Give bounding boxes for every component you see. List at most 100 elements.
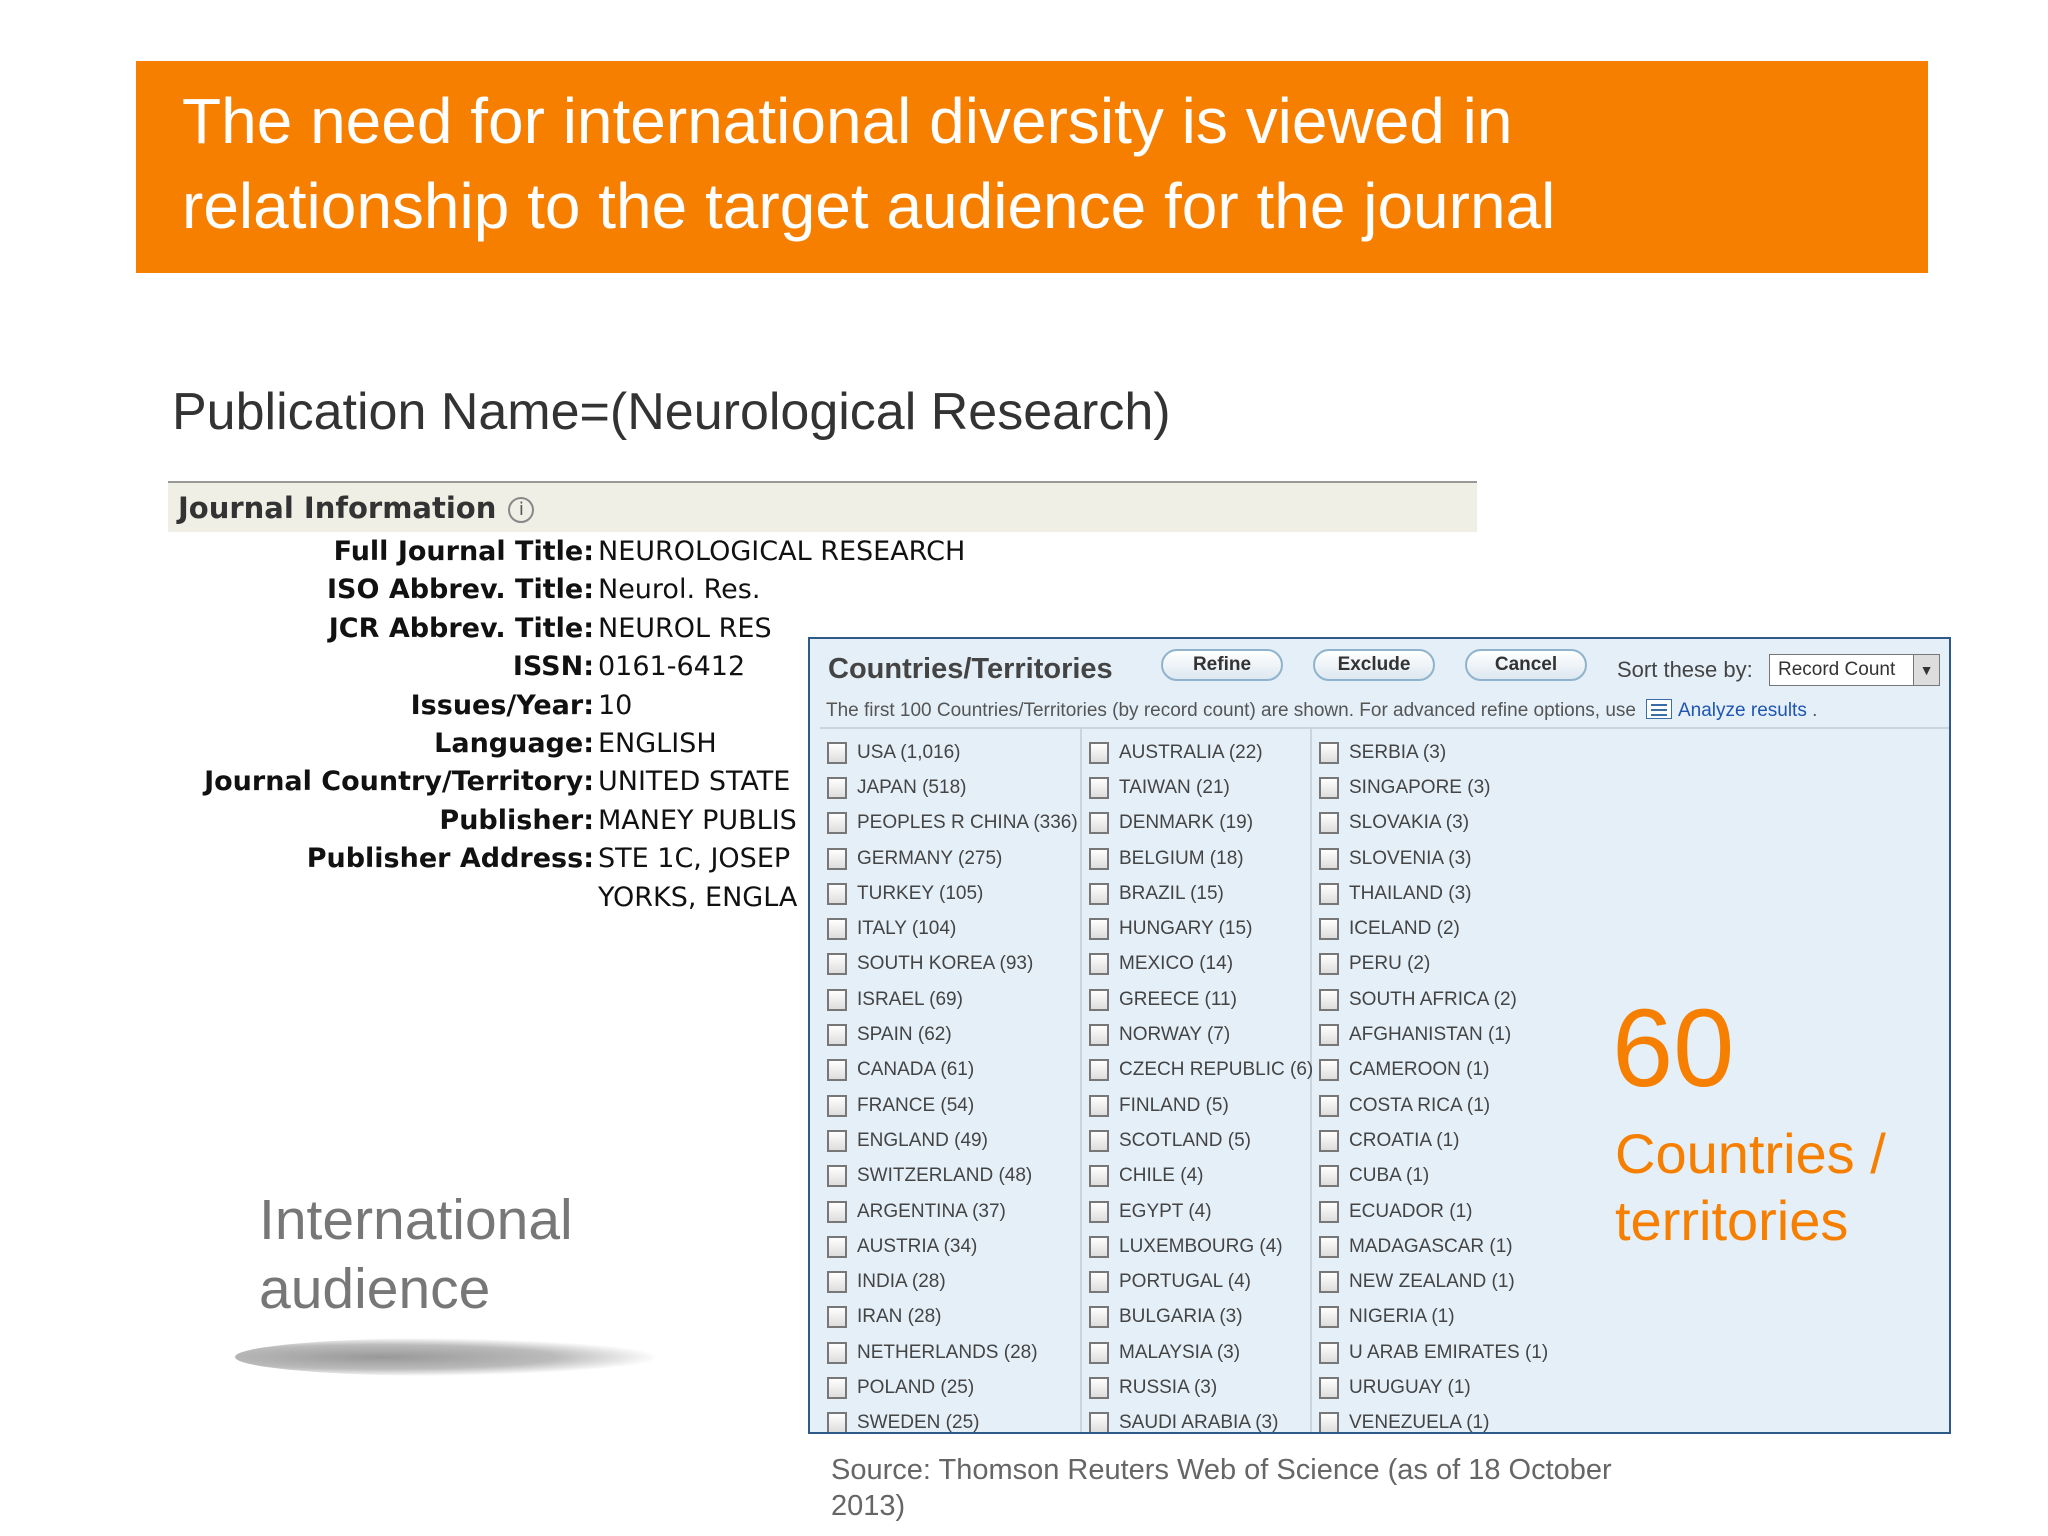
country-checkbox[interactable] bbox=[827, 1376, 847, 1399]
country-checkbox[interactable] bbox=[1089, 1376, 1109, 1399]
country-checkbox[interactable] bbox=[1089, 1412, 1109, 1432]
country-item[interactable]: LUXEMBOURG (4) bbox=[1089, 1229, 1313, 1264]
country-checkbox[interactable] bbox=[827, 882, 847, 905]
country-item[interactable]: SWEDEN (25) bbox=[827, 1406, 1078, 1432]
country-checkbox[interactable] bbox=[827, 1235, 847, 1258]
country-item[interactable]: CROATIA (1) bbox=[1319, 1123, 1548, 1158]
country-checkbox[interactable] bbox=[827, 1024, 847, 1047]
country-item[interactable]: FINLAND (5) bbox=[1089, 1088, 1313, 1123]
analyze-results-link[interactable]: Analyze results bbox=[1678, 700, 1807, 721]
country-checkbox[interactable] bbox=[1089, 1341, 1109, 1364]
country-item[interactable]: PEOPLES R CHINA (336) bbox=[827, 806, 1078, 841]
country-item[interactable]: BRAZIL (15) bbox=[1089, 876, 1313, 911]
country-item[interactable]: RUSSIA (3) bbox=[1089, 1370, 1313, 1405]
country-item[interactable]: COSTA RICA (1) bbox=[1319, 1088, 1548, 1123]
country-item[interactable]: TAIWAN (21) bbox=[1089, 770, 1313, 805]
country-checkbox[interactable] bbox=[1319, 1129, 1339, 1152]
country-checkbox[interactable] bbox=[1089, 812, 1109, 835]
analyze-icon[interactable] bbox=[1646, 699, 1672, 719]
country-item[interactable]: DENMARK (19) bbox=[1089, 806, 1313, 841]
country-checkbox[interactable] bbox=[827, 847, 847, 870]
country-checkbox[interactable] bbox=[827, 1129, 847, 1152]
country-checkbox[interactable] bbox=[1089, 847, 1109, 870]
country-checkbox[interactable] bbox=[1089, 1306, 1109, 1329]
country-item[interactable]: SAUDI ARABIA (3) bbox=[1089, 1406, 1313, 1432]
country-checkbox[interactable] bbox=[1319, 1271, 1339, 1294]
country-item[interactable]: SINGAPORE (3) bbox=[1319, 770, 1548, 805]
country-item[interactable]: TURKEY (105) bbox=[827, 876, 1078, 911]
country-item[interactable]: ARGENTINA (37) bbox=[827, 1194, 1078, 1229]
country-checkbox[interactable] bbox=[1089, 988, 1109, 1011]
country-checkbox[interactable] bbox=[1319, 1024, 1339, 1047]
country-checkbox[interactable] bbox=[1319, 1165, 1339, 1188]
country-item[interactable]: THAILAND (3) bbox=[1319, 876, 1548, 911]
country-item[interactable]: CAMEROON (1) bbox=[1319, 1053, 1548, 1088]
country-item[interactable]: MALAYSIA (3) bbox=[1089, 1335, 1313, 1370]
country-checkbox[interactable] bbox=[1089, 1271, 1109, 1294]
country-item[interactable]: MADAGASCAR (1) bbox=[1319, 1229, 1548, 1264]
exclude-button[interactable]: Exclude bbox=[1313, 649, 1435, 681]
country-item[interactable]: ITALY (104) bbox=[827, 911, 1078, 946]
country-item[interactable]: SPAIN (62) bbox=[827, 1017, 1078, 1052]
country-checkbox[interactable] bbox=[1089, 776, 1109, 799]
country-checkbox[interactable] bbox=[1319, 1376, 1339, 1399]
country-checkbox[interactable] bbox=[1089, 1235, 1109, 1258]
country-item[interactable]: FRANCE (54) bbox=[827, 1088, 1078, 1123]
country-item[interactable]: CANADA (61) bbox=[827, 1053, 1078, 1088]
country-item[interactable]: URUGUAY (1) bbox=[1319, 1370, 1548, 1405]
country-item[interactable]: ECUADOR (1) bbox=[1319, 1194, 1548, 1229]
country-checkbox[interactable] bbox=[1319, 847, 1339, 870]
country-checkbox[interactable] bbox=[827, 741, 847, 764]
country-item[interactable]: NIGERIA (1) bbox=[1319, 1300, 1548, 1335]
cancel-button[interactable]: Cancel bbox=[1465, 649, 1587, 681]
sort-select[interactable]: Record Count ▼ bbox=[1769, 654, 1940, 686]
country-item[interactable]: EGYPT (4) bbox=[1089, 1194, 1313, 1229]
country-checkbox[interactable] bbox=[1319, 1059, 1339, 1082]
refine-button[interactable]: Refine bbox=[1161, 649, 1283, 681]
country-checkbox[interactable] bbox=[1319, 988, 1339, 1011]
country-checkbox[interactable] bbox=[1089, 1094, 1109, 1117]
country-checkbox[interactable] bbox=[827, 953, 847, 976]
country-item[interactable]: SLOVAKIA (3) bbox=[1319, 806, 1548, 841]
country-checkbox[interactable] bbox=[827, 812, 847, 835]
country-item[interactable]: NEW ZEALAND (1) bbox=[1319, 1264, 1548, 1299]
country-checkbox[interactable] bbox=[1319, 1200, 1339, 1223]
country-checkbox[interactable] bbox=[1319, 1306, 1339, 1329]
country-checkbox[interactable] bbox=[827, 1094, 847, 1117]
country-checkbox[interactable] bbox=[827, 1341, 847, 1364]
country-item[interactable]: AUSTRIA (34) bbox=[827, 1229, 1078, 1264]
info-icon[interactable]: i bbox=[508, 497, 535, 523]
country-item[interactable]: NETHERLANDS (28) bbox=[827, 1335, 1078, 1370]
country-item[interactable]: SLOVENIA (3) bbox=[1319, 841, 1548, 876]
country-checkbox[interactable] bbox=[1089, 918, 1109, 941]
country-checkbox[interactable] bbox=[1319, 1341, 1339, 1364]
country-checkbox[interactable] bbox=[1089, 1129, 1109, 1152]
country-checkbox[interactable] bbox=[827, 918, 847, 941]
chevron-down-icon[interactable]: ▼ bbox=[1913, 655, 1939, 685]
country-item[interactable]: INDIA (28) bbox=[827, 1264, 1078, 1299]
country-checkbox[interactable] bbox=[1319, 1412, 1339, 1432]
country-checkbox[interactable] bbox=[1089, 882, 1109, 905]
country-checkbox[interactable] bbox=[827, 1059, 847, 1082]
country-item[interactable]: SERBIA (3) bbox=[1319, 735, 1548, 770]
country-item[interactable]: HUNGARY (15) bbox=[1089, 911, 1313, 946]
country-checkbox[interactable] bbox=[1089, 1200, 1109, 1223]
country-checkbox[interactable] bbox=[1319, 882, 1339, 905]
country-item[interactable]: BULGARIA (3) bbox=[1089, 1300, 1313, 1335]
country-item[interactable]: SOUTH AFRICA (2) bbox=[1319, 982, 1548, 1017]
country-checkbox[interactable] bbox=[1089, 1059, 1109, 1082]
country-checkbox[interactable] bbox=[1319, 741, 1339, 764]
country-checkbox[interactable] bbox=[1319, 1235, 1339, 1258]
country-item[interactable]: MEXICO (14) bbox=[1089, 947, 1313, 982]
country-checkbox[interactable] bbox=[1319, 776, 1339, 799]
country-item[interactable]: ENGLAND (49) bbox=[827, 1123, 1078, 1158]
country-checkbox[interactable] bbox=[827, 1306, 847, 1329]
country-checkbox[interactable] bbox=[827, 1412, 847, 1432]
country-item[interactable]: CHILE (4) bbox=[1089, 1159, 1313, 1194]
country-checkbox[interactable] bbox=[1089, 1024, 1109, 1047]
country-checkbox[interactable] bbox=[1319, 1094, 1339, 1117]
country-checkbox[interactable] bbox=[1319, 953, 1339, 976]
country-item[interactable]: SWITZERLAND (48) bbox=[827, 1159, 1078, 1194]
country-item[interactable]: POLAND (25) bbox=[827, 1370, 1078, 1405]
country-item[interactable]: U ARAB EMIRATES (1) bbox=[1319, 1335, 1548, 1370]
